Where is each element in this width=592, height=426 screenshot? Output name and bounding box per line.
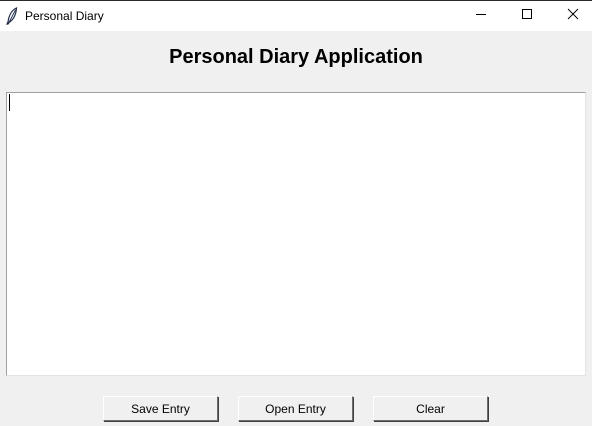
clear-button[interactable]: Clear bbox=[373, 396, 488, 421]
close-button[interactable] bbox=[550, 1, 592, 31]
page-title: Personal Diary Application bbox=[169, 46, 423, 68]
window-title: Personal Diary bbox=[25, 9, 104, 23]
save-entry-button[interactable]: Save Entry bbox=[103, 396, 218, 421]
diary-text-area[interactable] bbox=[6, 92, 586, 376]
minimize-button[interactable] bbox=[458, 1, 504, 31]
text-cursor bbox=[9, 94, 10, 111]
app-window: Personal Diary Personal Diary Applicatio… bbox=[0, 0, 592, 426]
minimize-icon bbox=[475, 7, 487, 25]
title-bar[interactable]: Personal Diary bbox=[0, 1, 592, 31]
maximize-icon bbox=[521, 7, 533, 25]
feather-icon bbox=[5, 7, 19, 25]
close-icon bbox=[567, 7, 579, 25]
maximize-button[interactable] bbox=[504, 1, 550, 31]
open-entry-button[interactable]: Open Entry bbox=[238, 396, 353, 421]
